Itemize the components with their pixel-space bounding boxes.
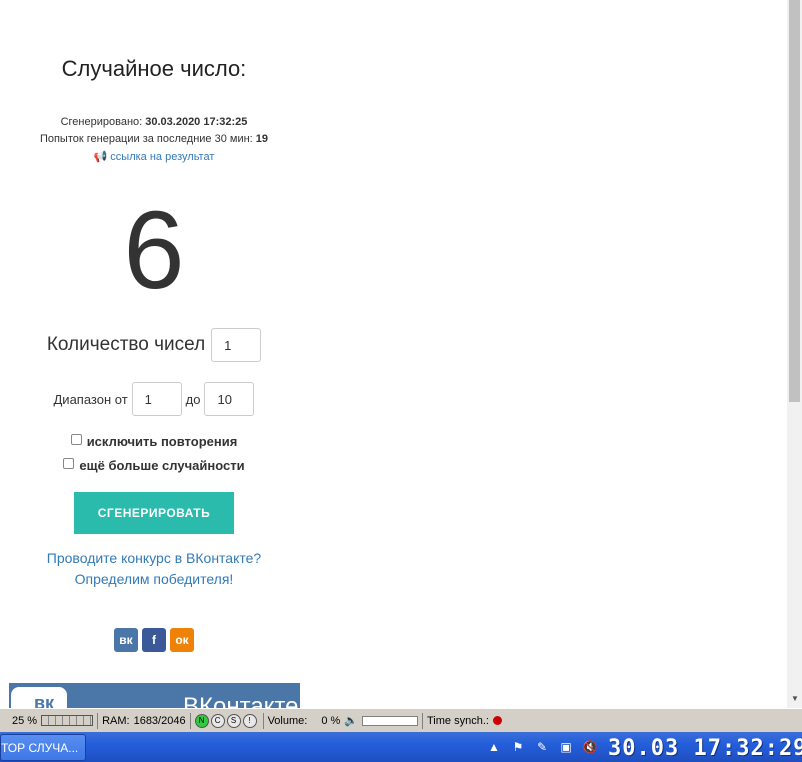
result-link-text: ссылка на результат xyxy=(110,151,215,163)
range-from-label: Диапазон от xyxy=(53,391,128,407)
attempts-info: Попыток генерации за последние 30 мин: 1… xyxy=(0,133,308,145)
count-input[interactable] xyxy=(211,328,262,362)
taskbar: ТОР СЛУЧА... ▲ ⚑ ✎ ▣ 🔇 30.03 17:32:29 xyxy=(0,732,802,762)
social-share: вк f ок xyxy=(114,628,194,652)
odnoklassniki-share-icon[interactable]: ок xyxy=(170,628,194,652)
network-icon[interactable]: ▣ xyxy=(558,739,574,755)
pick-winner-link[interactable]: Определим победителя! xyxy=(0,571,308,587)
speaker-icon: 🔈 xyxy=(344,715,358,727)
ram-value: 1683/2046 xyxy=(133,714,186,727)
volume-value: 0 % xyxy=(321,714,341,727)
attempts-value: 19 xyxy=(255,133,269,145)
count-row: Количество чисел xyxy=(0,328,308,362)
range-row: Диапазон от до xyxy=(0,382,308,416)
ram-label: RAM: xyxy=(102,714,130,727)
muted-speaker-icon[interactable]: 🔇 xyxy=(582,739,598,755)
pen-icon[interactable]: ✎ xyxy=(534,739,550,755)
vk-share-icon[interactable]: вк xyxy=(114,628,138,652)
range-to-input[interactable] xyxy=(204,382,255,416)
scroll-down-arrow-icon[interactable]: ▼ xyxy=(791,694,799,703)
facebook-share-icon[interactable]: f xyxy=(142,628,166,652)
range-to-label: до xyxy=(185,391,201,407)
cpu-meter: 25 % xyxy=(0,712,99,729)
screen: Случайное число: Сгенерировано: 30.03.20… xyxy=(0,0,802,762)
generated-label: Сгенерировано: xyxy=(60,116,143,128)
generated-at: Сгенерировано: 30.03.2020 17:32:25 xyxy=(0,116,308,128)
cpu-value: 25 % xyxy=(12,714,38,727)
vertical-scrollbar[interactable]: ▼ xyxy=(787,0,802,708)
generated-value: 30.03.2020 17:32:25 xyxy=(145,116,248,128)
vk-banner-name: ВКонтакте xyxy=(183,693,299,708)
led-alert-icon: ! xyxy=(242,713,257,728)
taskbar-window-button[interactable]: ТОР СЛУЧА... xyxy=(0,734,86,761)
megaphone-icon: 📢 xyxy=(93,151,108,163)
exclude-repeats-label: исключить повторения xyxy=(86,434,238,449)
generator-widget: Случайное число: Сгенерировано: 30.03.20… xyxy=(0,0,308,708)
sync-status-icon xyxy=(492,716,502,725)
tray-expand-icon[interactable]: ▲ xyxy=(486,739,502,755)
time-synch-label: Time synch.: xyxy=(427,714,489,727)
volume-meter: Volume: 0 % 🔈 xyxy=(264,712,423,729)
browser-viewport: Случайное число: Сгенерировано: 30.03.20… xyxy=(0,0,802,708)
time-synch: Time synch.: xyxy=(423,713,506,729)
volume-slider[interactable] xyxy=(362,715,418,726)
led-s-icon: S xyxy=(226,713,241,728)
flag-icon[interactable]: ⚑ xyxy=(510,739,526,755)
attempts-label: Попыток генерации за последние 30 мин: xyxy=(39,133,253,145)
vk-logo-icon: вк xyxy=(11,687,67,708)
cpu-graph xyxy=(41,715,94,726)
random-result-number: 6 xyxy=(123,189,185,312)
led-c-icon: C xyxy=(210,713,225,728)
vk-contest-link[interactable]: Проводите конкурс в ВКонтакте? xyxy=(0,550,308,566)
range-from-input[interactable] xyxy=(131,382,182,416)
page-title: Случайное число: xyxy=(61,56,247,81)
exclude-repeats-option[interactable]: исключить повторения xyxy=(0,434,308,449)
volume-label: Volume: xyxy=(267,714,308,727)
exclude-repeats-checkbox[interactable] xyxy=(70,434,82,445)
more-random-label: ещё больше случайности xyxy=(79,458,245,473)
system-tray: ▲ ⚑ ✎ ▣ 🔇 xyxy=(486,732,598,762)
taskbar-clock[interactable]: 30.03 17:32:29 xyxy=(608,736,802,761)
generate-button[interactable]: СГЕНЕРИРОВАТЬ xyxy=(74,492,234,534)
count-label: Количество чисел xyxy=(46,334,206,355)
more-random-option[interactable]: ещё больше случайности xyxy=(0,458,308,473)
vk-banner[interactable]: вк ВКонтакте xyxy=(9,683,300,708)
led-n-icon: N xyxy=(194,713,209,728)
lock-indicators: N C S ! xyxy=(191,712,264,729)
ram-meter: RAM: 1683/2046 xyxy=(98,712,191,729)
result-link[interactable]: 📢 ссылка на результат xyxy=(0,150,308,163)
scrollbar-thumb[interactable] xyxy=(789,0,800,402)
more-random-checkbox[interactable] xyxy=(63,458,75,469)
system-status-bar: 25 % RAM: 1683/2046 N C S ! Volume: 0 % … xyxy=(0,708,802,732)
